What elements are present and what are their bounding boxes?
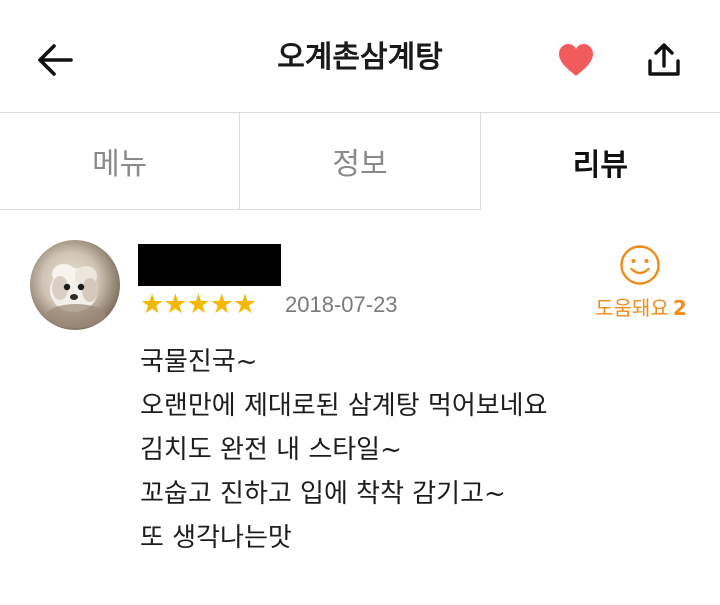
heart-icon (559, 44, 593, 76)
review-line: 오랜만에 제대로된 삼계탕 먹어보네요 (140, 391, 548, 421)
page-title: 오계촌삼계탕 (277, 40, 443, 75)
review-line: 꼬숩고 진하고 입에 착착 감기고~ (140, 479, 506, 509)
share-button[interactable] (640, 36, 688, 84)
top-app-bar: 오계촌삼계탕 (0, 0, 720, 113)
reviewer-name-redacted (138, 244, 281, 286)
helpful-button[interactable]: 도움돼요 2 (585, 244, 697, 324)
helpful-label: 도움돼요 (595, 296, 669, 320)
helpful-label-row: 도움돼요 2 (585, 292, 697, 321)
share-upload-icon (648, 43, 680, 76)
review-line: 김치도 완전 내 스타일~ (140, 435, 402, 465)
helpful-count: 2 (672, 296, 687, 320)
favorite-button[interactable] (552, 38, 600, 82)
avatar[interactable] (30, 240, 120, 330)
tab-bar: 메뉴 정보 리뷰 (0, 113, 720, 210)
star-rating: ★★★★★ (140, 289, 257, 320)
arrow-left-icon (38, 44, 73, 76)
smile-icon (620, 245, 660, 285)
tab-menu[interactable]: 메뉴 (0, 113, 240, 210)
review-line: 또 생각나는맛 (140, 523, 292, 553)
review-line: 국물진국~ (140, 347, 258, 377)
review-item: ★★★★★ 2018-07-23 도움돼요 2 국물진국~ 오랜만에 제대로된 삼… (0, 210, 720, 605)
tab-reviews[interactable]: 리뷰 (479, 113, 720, 210)
dog-photo-icon (46, 264, 106, 328)
tab-info[interactable]: 정보 (239, 113, 480, 210)
review-text: 국물진국~ 오랜만에 제대로된 삼계탕 먹어보네요 김치도 완전 내 스타일~ … (140, 340, 700, 560)
back-button[interactable] (30, 38, 80, 82)
review-date: 2018-07-23 (285, 292, 398, 317)
